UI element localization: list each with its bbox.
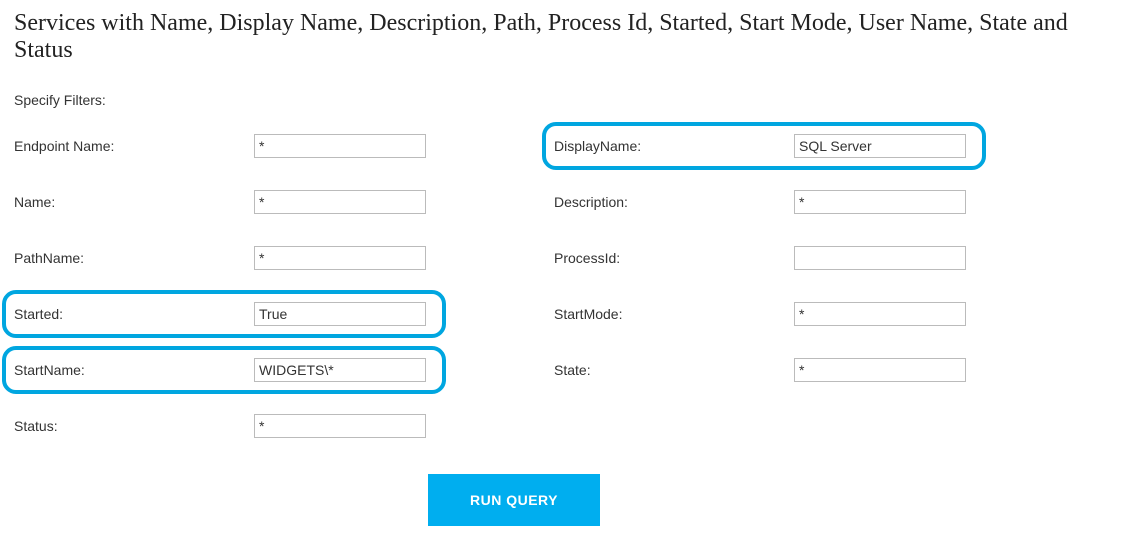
row-started: Started: [2, 290, 446, 338]
row-start-name: StartName: [2, 346, 446, 394]
button-row: RUN QUERY [14, 474, 1014, 526]
input-endpoint-name[interactable] [254, 134, 426, 158]
row-display-name: DisplayName: [542, 122, 986, 170]
input-status[interactable] [254, 414, 426, 438]
label-process-id: ProcessId: [554, 250, 794, 266]
label-display-name: DisplayName: [554, 138, 794, 154]
input-state[interactable] [794, 358, 966, 382]
row-state: State: [554, 356, 974, 384]
label-path-name: PathName: [14, 250, 254, 266]
page-title: Services with Name, Display Name, Descri… [14, 10, 1132, 64]
label-name: Name: [14, 194, 254, 210]
input-start-mode[interactable] [794, 302, 966, 326]
filter-form: Endpoint Name: DisplayName: Name: Descri… [14, 132, 974, 440]
row-path-name: PathName: [14, 244, 434, 272]
row-process-id: ProcessId: [554, 244, 974, 272]
label-endpoint-name: Endpoint Name: [14, 138, 254, 154]
row-status: Status: [14, 412, 434, 440]
input-description[interactable] [794, 190, 966, 214]
input-started[interactable] [254, 302, 426, 326]
row-start-mode: StartMode: [554, 300, 974, 328]
row-description: Description: [554, 188, 974, 216]
input-name[interactable] [254, 190, 426, 214]
row-endpoint-name: Endpoint Name: [14, 132, 434, 160]
input-process-id[interactable] [794, 246, 966, 270]
row-name: Name: [14, 188, 434, 216]
specify-filters-label: Specify Filters: [14, 92, 1132, 108]
label-status: Status: [14, 418, 254, 434]
label-start-name: StartName: [14, 362, 254, 378]
input-path-name[interactable] [254, 246, 426, 270]
input-start-name[interactable] [254, 358, 426, 382]
label-started: Started: [14, 306, 254, 322]
input-display-name[interactable] [794, 134, 966, 158]
label-description: Description: [554, 194, 794, 210]
run-query-button[interactable]: RUN QUERY [428, 474, 600, 526]
label-state: State: [554, 362, 794, 378]
label-start-mode: StartMode: [554, 306, 794, 322]
